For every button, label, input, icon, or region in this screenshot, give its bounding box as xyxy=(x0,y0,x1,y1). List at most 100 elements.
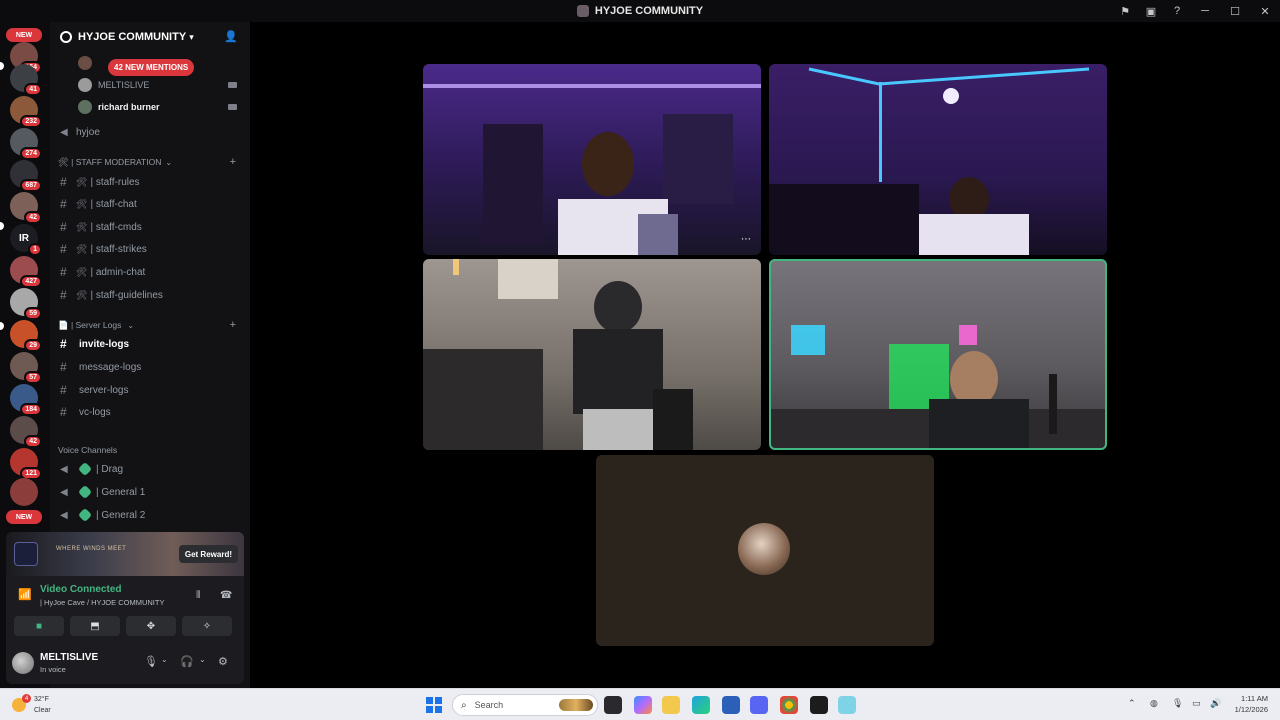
video-tile[interactable] xyxy=(769,64,1107,255)
channel-staff-chat[interactable]: # 🛠 | staff-chat xyxy=(58,194,244,214)
disconnect-icon[interactable]: ☎ xyxy=(220,590,232,601)
unread-indicator xyxy=(0,62,4,70)
voice-status-location[interactable]: | HyJoe Cave / HYJOE COMMUNITY xyxy=(40,598,164,607)
server-avatar[interactable]: 687 xyxy=(10,160,42,192)
voice-channel-drag[interactable]: ◀ | Drag xyxy=(58,459,244,479)
task-view-icon[interactable] xyxy=(604,696,622,714)
screen-share-button[interactable]: ⬒ xyxy=(70,616,120,636)
new-pill[interactable]: NEW xyxy=(6,510,42,524)
more-options-icon[interactable]: ⋯ xyxy=(741,234,751,245)
channel-message-logs[interactable]: # message-logs xyxy=(58,357,244,377)
popout-icon[interactable]: ▣ xyxy=(1138,0,1164,22)
promo-banner[interactable]: WHERE WINDS MEET Get Reward! xyxy=(6,532,244,576)
channel-hyjoe[interactable]: ◀ hyjoe xyxy=(58,122,244,142)
new-pill[interactable]: NEW xyxy=(6,28,42,42)
add-channel-icon[interactable]: + xyxy=(230,156,236,168)
guild-header[interactable]: HYJOE COMMUNITY ▾ 👤 xyxy=(50,22,250,52)
add-member-icon[interactable]: 👤 xyxy=(224,30,238,44)
store-icon[interactable] xyxy=(722,696,740,714)
server-avatar[interactable]: 184 xyxy=(10,384,42,416)
tools-icon: 🛠 xyxy=(76,289,88,300)
voice-member[interactable]: richard burner xyxy=(78,98,237,116)
taskbar-clock[interactable]: 1:11 AM 1/12/2026 xyxy=(1235,693,1268,715)
channel-vc-logs[interactable]: # vc-logs xyxy=(58,402,244,422)
signal-icon[interactable]: 📶 xyxy=(18,588,32,601)
channel-staff-guidelines[interactable]: # 🛠 | staff-guidelines xyxy=(58,285,244,305)
windows-start-icon[interactable] xyxy=(426,697,442,713)
video-tile[interactable] xyxy=(769,259,1107,450)
voice-channel-general-1[interactable]: ◀ | General 1 xyxy=(58,482,244,502)
activities-button[interactable]: ✥ xyxy=(126,616,176,636)
channel-staff-rules[interactable]: # 🛠 | staff-rules xyxy=(58,172,244,192)
taskbar-search[interactable]: ⌕ Search xyxy=(452,694,598,716)
app-icon[interactable] xyxy=(838,696,856,714)
add-channel-icon[interactable]: + xyxy=(230,319,236,331)
maximize-button[interactable]: ☐ xyxy=(1220,0,1250,22)
microphone-icon[interactable]: 🎙 xyxy=(144,655,158,668)
edge-icon[interactable] xyxy=(692,696,710,714)
chevron-down-icon: ⌄ xyxy=(127,320,135,330)
voice-status-title[interactable]: Video Connected xyxy=(40,584,122,595)
voice-member[interactable]: MELTISLIVE xyxy=(78,76,237,94)
server-avatar[interactable]: 57 xyxy=(10,352,42,384)
channel-label: | admin-chat xyxy=(90,266,146,278)
app-icon[interactable] xyxy=(810,696,828,714)
server-avatar[interactable]: 274 xyxy=(10,128,42,160)
volume-icon[interactable]: 🔊 xyxy=(1210,698,1221,709)
chrome-icon[interactable] xyxy=(780,696,798,714)
help-icon[interactable]: ? xyxy=(1164,0,1190,22)
display-icon[interactable]: ▭ xyxy=(1192,698,1201,709)
taskbar: 4 32°F Clear ⌕ Search ⌃ ◍ 🎙 ▭ 🔊 1:11 AM … xyxy=(0,688,1280,720)
close-button[interactable]: ✕ xyxy=(1250,0,1280,22)
soundboard-button[interactable]: ✧ xyxy=(182,616,232,636)
server-avatar[interactable]: IR 1 xyxy=(10,224,42,256)
avatar xyxy=(78,78,92,92)
discord-icon[interactable] xyxy=(750,696,768,714)
channel-staff-strikes[interactable]: # 🛠 | staff-strikes xyxy=(58,239,244,259)
category-voice-channels[interactable]: Voice Channels xyxy=(58,443,244,457)
server-avatar[interactable]: 232 xyxy=(10,96,42,128)
video-tile[interactable]: ⋯ xyxy=(423,64,761,255)
video-tile[interactable] xyxy=(596,455,934,646)
chevron-down-icon[interactable]: ⌄ xyxy=(161,655,168,664)
channel-label: | Drag xyxy=(96,463,124,475)
chevron-down-icon[interactable]: ⌄ xyxy=(199,655,206,664)
window-title: HYJOE COMMUNITY xyxy=(594,5,704,17)
get-reward-button[interactable]: Get Reward! xyxy=(178,545,238,563)
microphone-icon[interactable]: 🎙 xyxy=(1172,698,1183,709)
channel-invite-logs[interactable]: # invite-logs xyxy=(58,334,244,354)
server-avatar[interactable]: 59 xyxy=(10,288,42,320)
server-avatar[interactable]: 42 xyxy=(10,192,42,224)
inbox-icon[interactable]: ⚑ xyxy=(1112,0,1138,22)
server-avatar[interactable]: 121 xyxy=(10,448,42,480)
channel-admin-chat[interactable]: # 🛠 | admin-chat xyxy=(58,262,244,282)
server-avatar[interactable]: 29 xyxy=(10,320,42,352)
server-avatar[interactable]: 42 xyxy=(10,416,42,448)
copilot-icon[interactable] xyxy=(634,696,652,714)
voice-channel-icon: ◀ xyxy=(60,126,68,138)
voice-channel-general-2[interactable]: ◀ | General 2 xyxy=(58,505,244,525)
video-tile[interactable] xyxy=(423,259,761,450)
unread-indicator xyxy=(0,322,4,330)
network-icon[interactable]: ◍ xyxy=(1150,698,1158,709)
minimize-button[interactable]: ─ xyxy=(1190,0,1220,22)
gear-icon[interactable]: ⚙ xyxy=(218,655,228,668)
username[interactable]: MELTISLIVE xyxy=(40,652,98,663)
camera-button[interactable]: ■ xyxy=(14,616,64,636)
channel-staff-cmds[interactable]: # 🛠 | staff-cmds xyxy=(58,217,244,237)
server-avatar[interactable] xyxy=(10,478,38,506)
voice-member[interactable] xyxy=(78,54,98,72)
category-server-logs[interactable]: 📄 | Server Logs ⌄ + xyxy=(58,318,244,332)
category-staff-moderation[interactable]: 🛠 | STAFF MODERATION ⌄ + xyxy=(58,155,244,169)
server-avatar[interactable]: 41 xyxy=(10,64,42,96)
chevron-up-icon[interactable]: ⌃ xyxy=(1128,698,1136,709)
server-badge: 1 xyxy=(28,243,42,256)
new-mentions-badge[interactable]: 42 NEW MENTIONS xyxy=(108,59,195,76)
file-explorer-icon[interactable] xyxy=(662,696,680,714)
channel-server-logs[interactable]: # server-logs xyxy=(58,380,244,400)
avatar[interactable] xyxy=(12,652,34,674)
hash-icon: # xyxy=(60,360,67,374)
headphones-icon[interactable]: 🎧 xyxy=(180,655,194,668)
server-avatar[interactable]: 427 xyxy=(10,256,42,288)
noise-suppression-icon[interactable]: ⦀ xyxy=(196,590,200,601)
